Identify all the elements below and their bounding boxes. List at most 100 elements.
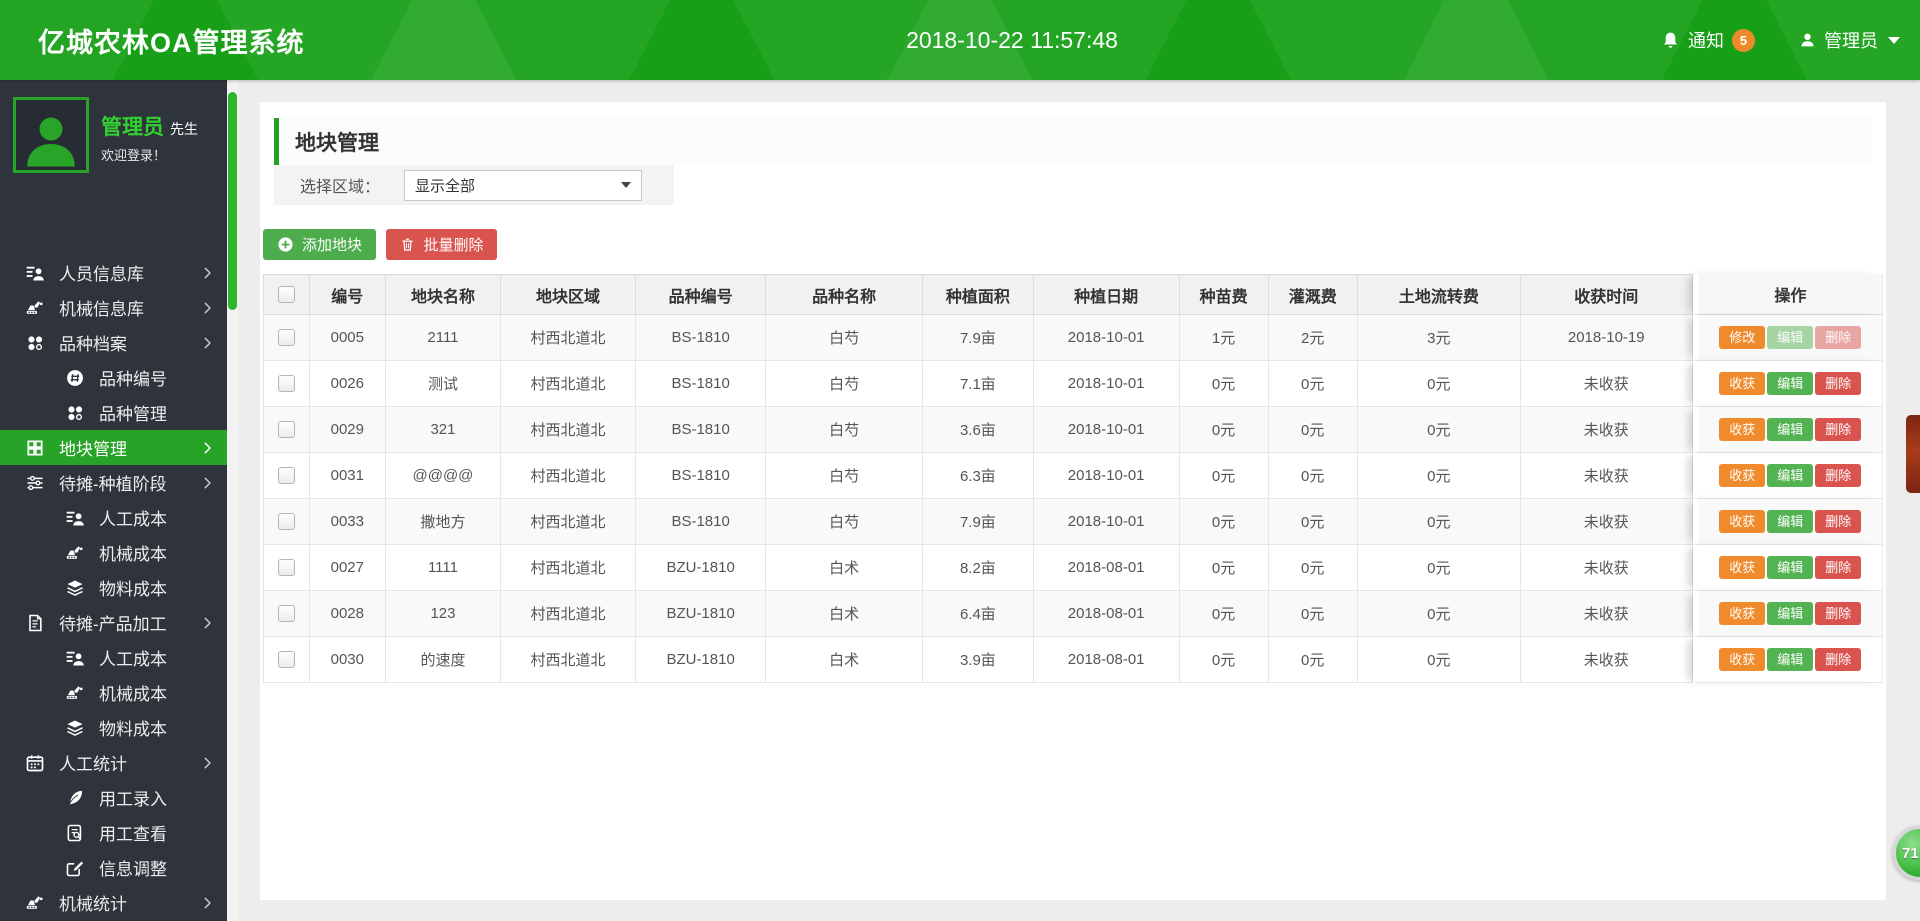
row-checkbox[interactable] xyxy=(277,375,295,393)
action-button-orange[interactable]: 收获 xyxy=(1719,510,1766,533)
profile-welcome: 欢迎登录！ xyxy=(101,148,167,163)
action-button-orange[interactable]: 修改 xyxy=(1719,326,1766,349)
sidebar-item-machine-statistics[interactable]: 机械统计 xyxy=(0,885,227,920)
table-row: 0027 1111 村西北道北 BZU-1810 白术 8.2亩 2018-08-01 0元 0… xyxy=(263,545,1883,591)
column-header-land-transfer-fee: 土地流转费 xyxy=(1357,274,1521,315)
row-checkbox[interactable] xyxy=(277,513,295,531)
action-button-green[interactable]: 编辑 xyxy=(1767,464,1814,487)
sidebar-item-planting-material-cost[interactable]: 物料成本 xyxy=(0,570,227,605)
action-button-red[interactable]: 删除 xyxy=(1815,556,1862,579)
cell-region: 村西北道北 xyxy=(501,407,636,453)
notifications-button[interactable]: 通知 5 xyxy=(1661,27,1755,53)
sidebar-item-planting-machine-cost[interactable]: 机械成本 xyxy=(0,535,227,570)
cell-irrigation-fee: 0元 xyxy=(1268,637,1358,683)
row-checkbox-cell xyxy=(263,315,310,361)
cell-region: 村西北道北 xyxy=(501,637,636,683)
action-button-orange[interactable]: 收获 xyxy=(1719,464,1766,487)
sidebar-item-labor-view[interactable]: 用工查看 xyxy=(0,815,227,850)
menu-item-label: 人员信息库 xyxy=(59,265,144,284)
cell-id: 0033 xyxy=(309,499,386,545)
header-datetime: 2018-10-22 11:57:48 xyxy=(906,26,1118,53)
action-button-orange[interactable]: 收获 xyxy=(1719,602,1766,625)
sidebar-item-pending-product-processing[interactable]: 待摊-产品加工 xyxy=(0,605,227,640)
cell-irrigation-fee: 0元 xyxy=(1268,361,1358,407)
action-button-green[interactable]: 编辑 xyxy=(1767,556,1814,579)
action-button-green[interactable]: 编辑 xyxy=(1767,418,1814,441)
action-button-orange[interactable]: 收获 xyxy=(1719,418,1766,441)
cell-variety-name: 白芍 xyxy=(766,453,923,499)
action-button-red[interactable]: 删除 xyxy=(1815,510,1862,533)
cell-land-transfer-fee: 0元 xyxy=(1357,407,1521,453)
row-checkbox[interactable] xyxy=(277,651,295,669)
row-checkbox[interactable] xyxy=(277,605,295,623)
cell-variety-name: 白芍 xyxy=(766,499,923,545)
cell-id: 0031 xyxy=(309,453,386,499)
select-all-checkbox[interactable] xyxy=(277,285,295,303)
row-checkbox[interactable] xyxy=(277,467,295,485)
action-button-red[interactable]: 删除 xyxy=(1815,372,1862,395)
row-checkbox[interactable] xyxy=(277,421,295,439)
table-row: 0029 321 村西北道北 BS-1810 白芍 3.6亩 2018-10-01 0元 0元 0… xyxy=(263,407,1883,453)
sidebar-scrollbar-thumb[interactable] xyxy=(228,92,237,310)
user-menu[interactable]: 管理员 xyxy=(1799,27,1900,53)
cell-region: 村西北道北 xyxy=(501,545,636,591)
column-header-irrigation-fee: 灌溉费 xyxy=(1268,274,1358,315)
sidebar-item-machine-db[interactable]: 机械信息库 xyxy=(0,290,227,325)
plots-table: 编号 地块名称 地块区域 品种编号 品种名称 种植面积 种植日期 种苗费 灌溉费 土地流转费 收获时… xyxy=(263,274,1883,683)
sidebar-item-info-adjust[interactable]: 信息调整 xyxy=(0,850,227,885)
cell-plant-date: 2018-10-01 xyxy=(1033,361,1180,407)
service-float-count: 71 xyxy=(1902,844,1919,862)
sidebar-item-processing-labor-cost[interactable]: 人工成本 xyxy=(0,640,227,675)
cell-area: 6.4亩 xyxy=(922,591,1034,637)
people-list-icon xyxy=(64,507,86,529)
action-button-red[interactable]: 删除 xyxy=(1815,326,1862,349)
side-panel-tab[interactable] xyxy=(1906,415,1920,493)
sidebar-item-variety-archive[interactable]: 品种档案 xyxy=(0,325,227,360)
chevron-right-icon xyxy=(200,265,215,280)
select-all-cell xyxy=(263,274,310,315)
action-button-red[interactable]: 删除 xyxy=(1815,464,1862,487)
action-button-green[interactable]: 编辑 xyxy=(1767,602,1814,625)
row-checkbox-cell xyxy=(263,361,310,407)
sidebar-item-planting-labor-cost[interactable]: 人工成本 xyxy=(0,500,227,535)
action-button-red[interactable]: 删除 xyxy=(1815,602,1862,625)
cell-plant-date: 2018-10-01 xyxy=(1033,499,1180,545)
sidebar-item-pending-planting-stage[interactable]: 待摊-种植阶段 xyxy=(0,465,227,500)
sidebar-item-variety-number[interactable]: 品种编号 xyxy=(0,360,227,395)
sidebar-item-labor-statistics[interactable]: 人工统计 xyxy=(0,745,227,780)
action-button-green[interactable]: 编辑 xyxy=(1767,372,1814,395)
sidebar-item-processing-material-cost[interactable]: 物料成本 xyxy=(0,710,227,745)
sidebar-item-variety-management[interactable]: 品种管理 xyxy=(0,395,227,430)
action-button-green[interactable]: 编辑 xyxy=(1767,510,1814,533)
region-select[interactable]: 显示全部 xyxy=(404,169,643,201)
cell-name: 2111 xyxy=(385,315,502,361)
cell-area: 3.9亩 xyxy=(922,637,1034,683)
chevron-right-icon xyxy=(200,440,215,455)
bulk-delete-button[interactable]: 批量删除 xyxy=(386,229,498,260)
action-button-orange[interactable]: 收获 xyxy=(1719,556,1766,579)
action-button-green[interactable]: 编辑 xyxy=(1767,326,1814,349)
cell-variety-no: BS-1810 xyxy=(635,361,767,407)
sidebar-item-processing-machine-cost[interactable]: 机械成本 xyxy=(0,675,227,710)
sidebar-item-labor-entry[interactable]: 用工录入 xyxy=(0,780,227,815)
column-header-harvest-time: 收获时间 xyxy=(1520,274,1693,315)
sidebar-item-plot-management[interactable]: 地块管理 xyxy=(0,430,227,465)
sidebar-profile: 管理员 先生 欢迎登录！ xyxy=(0,80,227,255)
row-checkbox-cell xyxy=(263,591,310,637)
action-button-green[interactable]: 编辑 xyxy=(1767,648,1814,671)
add-plot-button[interactable]: 添加地块 xyxy=(263,229,377,260)
cell-variety-name: 白芍 xyxy=(766,315,923,361)
action-button-orange[interactable]: 收获 xyxy=(1719,372,1766,395)
action-button-red[interactable]: 删除 xyxy=(1815,418,1862,441)
action-button-orange[interactable]: 收获 xyxy=(1719,648,1766,671)
cell-harvest-time: 2018-10-19 xyxy=(1520,315,1693,361)
sidebar-item-personnel-db[interactable]: 人员信息库 xyxy=(0,255,227,290)
cell-name: @@@@ xyxy=(385,453,502,499)
row-checkbox[interactable] xyxy=(277,559,295,577)
menu-item-label: 待摊-产品加工 xyxy=(59,615,167,634)
row-checkbox-cell xyxy=(263,407,310,453)
cell-harvest-time: 未收获 xyxy=(1520,453,1693,499)
row-checkbox[interactable] xyxy=(277,329,295,347)
action-button-red[interactable]: 删除 xyxy=(1815,648,1862,671)
cell-seed-fee: 0元 xyxy=(1179,361,1269,407)
